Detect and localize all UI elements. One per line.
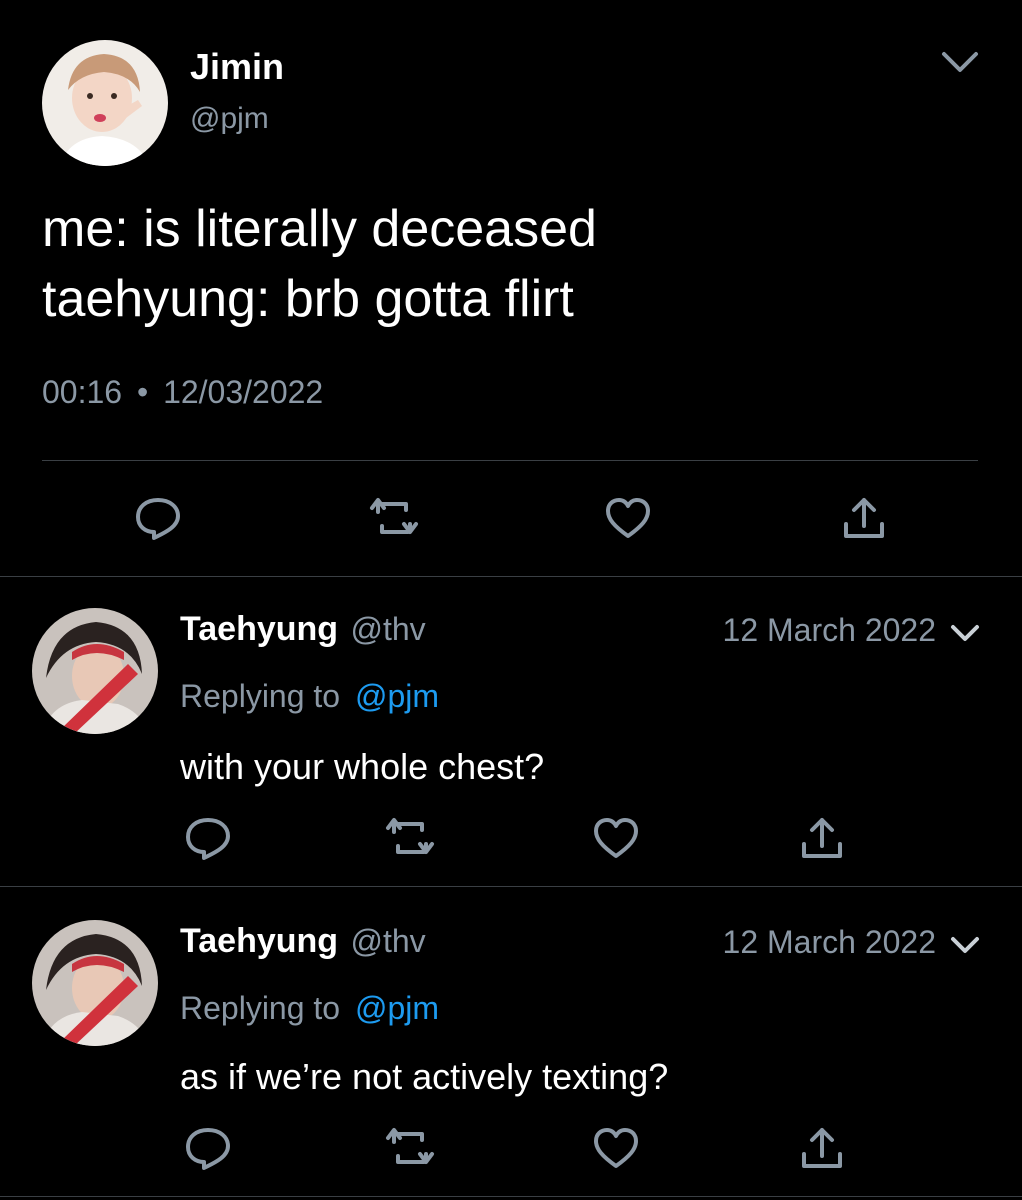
reply-icon: [186, 1128, 230, 1170]
chevron-down-icon[interactable]: [948, 618, 982, 648]
reply-header: Taehyung @thv: [180, 922, 426, 961]
retweet-icon: [386, 818, 434, 854]
jimin-avatar[interactable]: [42, 40, 168, 166]
avatar-image: [32, 920, 158, 1046]
avatar-image: [42, 40, 168, 166]
reply-author-name[interactable]: Taehyung: [180, 922, 338, 960]
share-icon: [802, 1128, 842, 1168]
share-icon: [802, 818, 842, 858]
like-button[interactable]: [590, 1122, 642, 1174]
share-button[interactable]: [796, 1122, 848, 1174]
retweet-icon: [370, 498, 418, 534]
like-icon: [606, 498, 650, 538]
like-button[interactable]: [602, 492, 654, 544]
tweet-text-line: taehyung: brb gotta flirt: [42, 270, 574, 328]
reply-text: with your whole chest?: [180, 746, 545, 787]
author-handle[interactable]: @pjm: [190, 102, 269, 136]
like-button[interactable]: [590, 812, 642, 864]
reply-button[interactable]: [182, 1122, 234, 1174]
like-icon: [594, 818, 638, 858]
divider: [42, 460, 978, 461]
reply-button[interactable]: [132, 492, 184, 544]
meta-separator: •: [136, 374, 149, 410]
retweet-icon: [386, 1128, 434, 1164]
share-button[interactable]: [796, 812, 848, 864]
retweet-button[interactable]: [384, 812, 436, 864]
reply-button[interactable]: [182, 812, 234, 864]
tweet-text-line: me: is literally deceased: [42, 200, 597, 258]
replying-to-label: Replying to: [180, 678, 341, 714]
replying-to: Replying to @pjm: [180, 990, 439, 1027]
replying-to: Replying to @pjm: [180, 678, 439, 715]
avatar-image: [32, 608, 158, 734]
taehyung-avatar[interactable]: [32, 608, 158, 734]
reply-header: Taehyung @thv: [180, 610, 426, 649]
divider: [0, 886, 1022, 887]
chevron-down-icon[interactable]: [938, 42, 982, 82]
divider: [0, 576, 1022, 577]
chevron-down-icon[interactable]: [948, 930, 982, 960]
share-button[interactable]: [838, 492, 890, 544]
tweet-date[interactable]: 12/03/2022: [163, 374, 323, 410]
tweet-timestamp: 00:16 • 12/03/2022: [42, 374, 323, 411]
mention-link[interactable]: @pjm: [355, 678, 439, 714]
reply-author-handle[interactable]: @thv: [351, 923, 426, 959]
like-icon: [594, 1128, 638, 1168]
taehyung-avatar[interactable]: [32, 920, 158, 1046]
share-icon: [844, 498, 884, 538]
author-name[interactable]: Jimin: [190, 46, 284, 88]
tweet-text: me: is literally deceased taehyung: brb …: [42, 194, 597, 334]
retweet-button[interactable]: [384, 1122, 436, 1174]
reply-date[interactable]: 12 March 2022: [723, 924, 936, 961]
tweet-time[interactable]: 00:16: [42, 374, 122, 410]
reply-text: as if we’re not actively texting?: [180, 1056, 669, 1097]
divider: [0, 1196, 1022, 1197]
reply-icon: [186, 818, 230, 860]
retweet-button[interactable]: [368, 492, 420, 544]
reply-date[interactable]: 12 March 2022: [723, 612, 936, 649]
mention-link[interactable]: @pjm: [355, 990, 439, 1026]
replying-to-label: Replying to: [180, 990, 341, 1026]
reply-icon: [136, 498, 180, 540]
reply-author-handle[interactable]: @thv: [351, 611, 426, 647]
reply-author-name[interactable]: Taehyung: [180, 610, 338, 648]
